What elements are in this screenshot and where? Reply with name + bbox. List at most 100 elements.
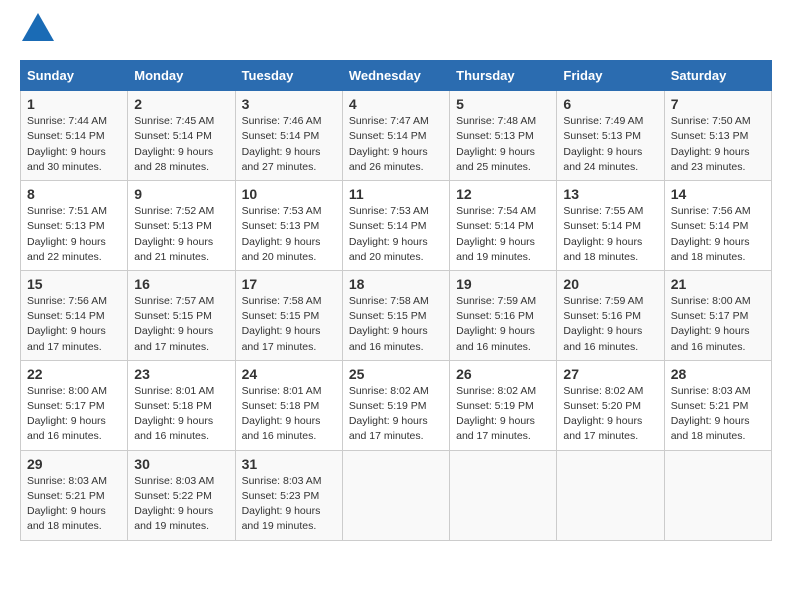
day-info: Sunrise: 8:02 AMSunset: 5:19 PMDaylight:… [349, 384, 443, 445]
calendar-cell-day-8: 8 Sunrise: 7:51 AMSunset: 5:13 PMDayligh… [21, 181, 128, 271]
calendar-cell-day-10: 10 Sunrise: 7:53 AMSunset: 5:13 PMDaylig… [235, 181, 342, 271]
day-number: 3 [242, 96, 336, 112]
day-number: 14 [671, 186, 765, 202]
day-info: Sunrise: 7:49 AMSunset: 5:13 PMDaylight:… [563, 114, 657, 175]
calendar-cell-day-9: 9 Sunrise: 7:52 AMSunset: 5:13 PMDayligh… [128, 181, 235, 271]
day-number: 2 [134, 96, 228, 112]
calendar-cell-empty [664, 450, 771, 540]
header-sunday: Sunday [21, 61, 128, 91]
day-info: Sunrise: 7:56 AMSunset: 5:14 PMDaylight:… [27, 294, 121, 355]
day-number: 16 [134, 276, 228, 292]
day-number: 10 [242, 186, 336, 202]
day-info: Sunrise: 8:03 AMSunset: 5:21 PMDaylight:… [27, 474, 121, 535]
calendar-cell-day-15: 15 Sunrise: 7:56 AMSunset: 5:14 PMDaylig… [21, 270, 128, 360]
calendar-cell-day-3: 3 Sunrise: 7:46 AMSunset: 5:14 PMDayligh… [235, 91, 342, 181]
day-number: 11 [349, 186, 443, 202]
day-info: Sunrise: 8:01 AMSunset: 5:18 PMDaylight:… [134, 384, 228, 445]
calendar-row: 22 Sunrise: 8:00 AMSunset: 5:17 PMDaylig… [21, 360, 772, 450]
header-tuesday: Tuesday [235, 61, 342, 91]
day-info: Sunrise: 7:58 AMSunset: 5:15 PMDaylight:… [349, 294, 443, 355]
calendar-table: Sunday Monday Tuesday Wednesday Thursday… [20, 60, 772, 540]
calendar-cell-day-16: 16 Sunrise: 7:57 AMSunset: 5:15 PMDaylig… [128, 270, 235, 360]
day-info: Sunrise: 8:00 AMSunset: 5:17 PMDaylight:… [27, 384, 121, 445]
calendar-cell-day-31: 31 Sunrise: 8:03 AMSunset: 5:23 PMDaylig… [235, 450, 342, 540]
day-number: 5 [456, 96, 550, 112]
day-number: 7 [671, 96, 765, 112]
day-info: Sunrise: 7:52 AMSunset: 5:13 PMDaylight:… [134, 204, 228, 265]
day-info: Sunrise: 7:44 AMSunset: 5:14 PMDaylight:… [27, 114, 121, 175]
day-number: 19 [456, 276, 550, 292]
day-number: 26 [456, 366, 550, 382]
calendar-cell-day-25: 25 Sunrise: 8:02 AMSunset: 5:19 PMDaylig… [342, 360, 449, 450]
day-number: 28 [671, 366, 765, 382]
day-number: 22 [27, 366, 121, 382]
day-number: 31 [242, 456, 336, 472]
day-number: 25 [349, 366, 443, 382]
day-info: Sunrise: 8:03 AMSunset: 5:23 PMDaylight:… [242, 474, 336, 535]
calendar-cell-day-7: 7 Sunrise: 7:50 AMSunset: 5:13 PMDayligh… [664, 91, 771, 181]
day-number: 17 [242, 276, 336, 292]
day-info: Sunrise: 7:55 AMSunset: 5:14 PMDaylight:… [563, 204, 657, 265]
day-info: Sunrise: 7:59 AMSunset: 5:16 PMDaylight:… [563, 294, 657, 355]
day-info: Sunrise: 7:56 AMSunset: 5:14 PMDaylight:… [671, 204, 765, 265]
day-number: 8 [27, 186, 121, 202]
header-thursday: Thursday [450, 61, 557, 91]
day-number: 6 [563, 96, 657, 112]
day-number: 12 [456, 186, 550, 202]
calendar-cell-day-13: 13 Sunrise: 7:55 AMSunset: 5:14 PMDaylig… [557, 181, 664, 271]
day-info: Sunrise: 7:50 AMSunset: 5:13 PMDaylight:… [671, 114, 765, 175]
day-number: 29 [27, 456, 121, 472]
day-number: 30 [134, 456, 228, 472]
calendar-cell-day-6: 6 Sunrise: 7:49 AMSunset: 5:13 PMDayligh… [557, 91, 664, 181]
day-info: Sunrise: 7:53 AMSunset: 5:13 PMDaylight:… [242, 204, 336, 265]
calendar-cell-day-21: 21 Sunrise: 8:00 AMSunset: 5:17 PMDaylig… [664, 270, 771, 360]
calendar-cell-empty [342, 450, 449, 540]
logo-icon [22, 13, 54, 41]
day-number: 23 [134, 366, 228, 382]
day-info: Sunrise: 8:00 AMSunset: 5:17 PMDaylight:… [671, 294, 765, 355]
header-friday: Friday [557, 61, 664, 91]
day-number: 9 [134, 186, 228, 202]
header-monday: Monday [128, 61, 235, 91]
calendar-cell-day-2: 2 Sunrise: 7:45 AMSunset: 5:14 PMDayligh… [128, 91, 235, 181]
day-info: Sunrise: 8:02 AMSunset: 5:19 PMDaylight:… [456, 384, 550, 445]
calendar-cell-day-20: 20 Sunrise: 7:59 AMSunset: 5:16 PMDaylig… [557, 270, 664, 360]
calendar-cell-day-27: 27 Sunrise: 8:02 AMSunset: 5:20 PMDaylig… [557, 360, 664, 450]
day-info: Sunrise: 7:46 AMSunset: 5:14 PMDaylight:… [242, 114, 336, 175]
day-info: Sunrise: 7:51 AMSunset: 5:13 PMDaylight:… [27, 204, 121, 265]
calendar-row: 1 Sunrise: 7:44 AMSunset: 5:14 PMDayligh… [21, 91, 772, 181]
header-wednesday: Wednesday [342, 61, 449, 91]
calendar-cell-day-19: 19 Sunrise: 7:59 AMSunset: 5:16 PMDaylig… [450, 270, 557, 360]
day-number: 18 [349, 276, 443, 292]
calendar-header-row: Sunday Monday Tuesday Wednesday Thursday… [21, 61, 772, 91]
day-info: Sunrise: 8:03 AMSunset: 5:22 PMDaylight:… [134, 474, 228, 535]
day-number: 4 [349, 96, 443, 112]
day-number: 21 [671, 276, 765, 292]
calendar-row: 29 Sunrise: 8:03 AMSunset: 5:21 PMDaylig… [21, 450, 772, 540]
calendar-cell-day-1: 1 Sunrise: 7:44 AMSunset: 5:14 PMDayligh… [21, 91, 128, 181]
day-info: Sunrise: 7:48 AMSunset: 5:13 PMDaylight:… [456, 114, 550, 175]
calendar-cell-day-22: 22 Sunrise: 8:00 AMSunset: 5:17 PMDaylig… [21, 360, 128, 450]
day-info: Sunrise: 7:47 AMSunset: 5:14 PMDaylight:… [349, 114, 443, 175]
day-number: 20 [563, 276, 657, 292]
day-info: Sunrise: 7:53 AMSunset: 5:14 PMDaylight:… [349, 204, 443, 265]
page-header [20, 20, 772, 44]
day-info: Sunrise: 7:59 AMSunset: 5:16 PMDaylight:… [456, 294, 550, 355]
calendar-cell-day-17: 17 Sunrise: 7:58 AMSunset: 5:15 PMDaylig… [235, 270, 342, 360]
calendar-cell-empty [557, 450, 664, 540]
day-info: Sunrise: 8:03 AMSunset: 5:21 PMDaylight:… [671, 384, 765, 445]
day-info: Sunrise: 7:58 AMSunset: 5:15 PMDaylight:… [242, 294, 336, 355]
day-number: 15 [27, 276, 121, 292]
header-saturday: Saturday [664, 61, 771, 91]
calendar-cell-day-11: 11 Sunrise: 7:53 AMSunset: 5:14 PMDaylig… [342, 181, 449, 271]
day-number: 13 [563, 186, 657, 202]
calendar-cell-day-24: 24 Sunrise: 8:01 AMSunset: 5:18 PMDaylig… [235, 360, 342, 450]
calendar-cell-day-4: 4 Sunrise: 7:47 AMSunset: 5:14 PMDayligh… [342, 91, 449, 181]
day-info: Sunrise: 8:02 AMSunset: 5:20 PMDaylight:… [563, 384, 657, 445]
day-number: 27 [563, 366, 657, 382]
calendar-cell-day-28: 28 Sunrise: 8:03 AMSunset: 5:21 PMDaylig… [664, 360, 771, 450]
calendar-cell-day-29: 29 Sunrise: 8:03 AMSunset: 5:21 PMDaylig… [21, 450, 128, 540]
logo [20, 20, 54, 44]
calendar-cell-day-18: 18 Sunrise: 7:58 AMSunset: 5:15 PMDaylig… [342, 270, 449, 360]
day-info: Sunrise: 7:45 AMSunset: 5:14 PMDaylight:… [134, 114, 228, 175]
